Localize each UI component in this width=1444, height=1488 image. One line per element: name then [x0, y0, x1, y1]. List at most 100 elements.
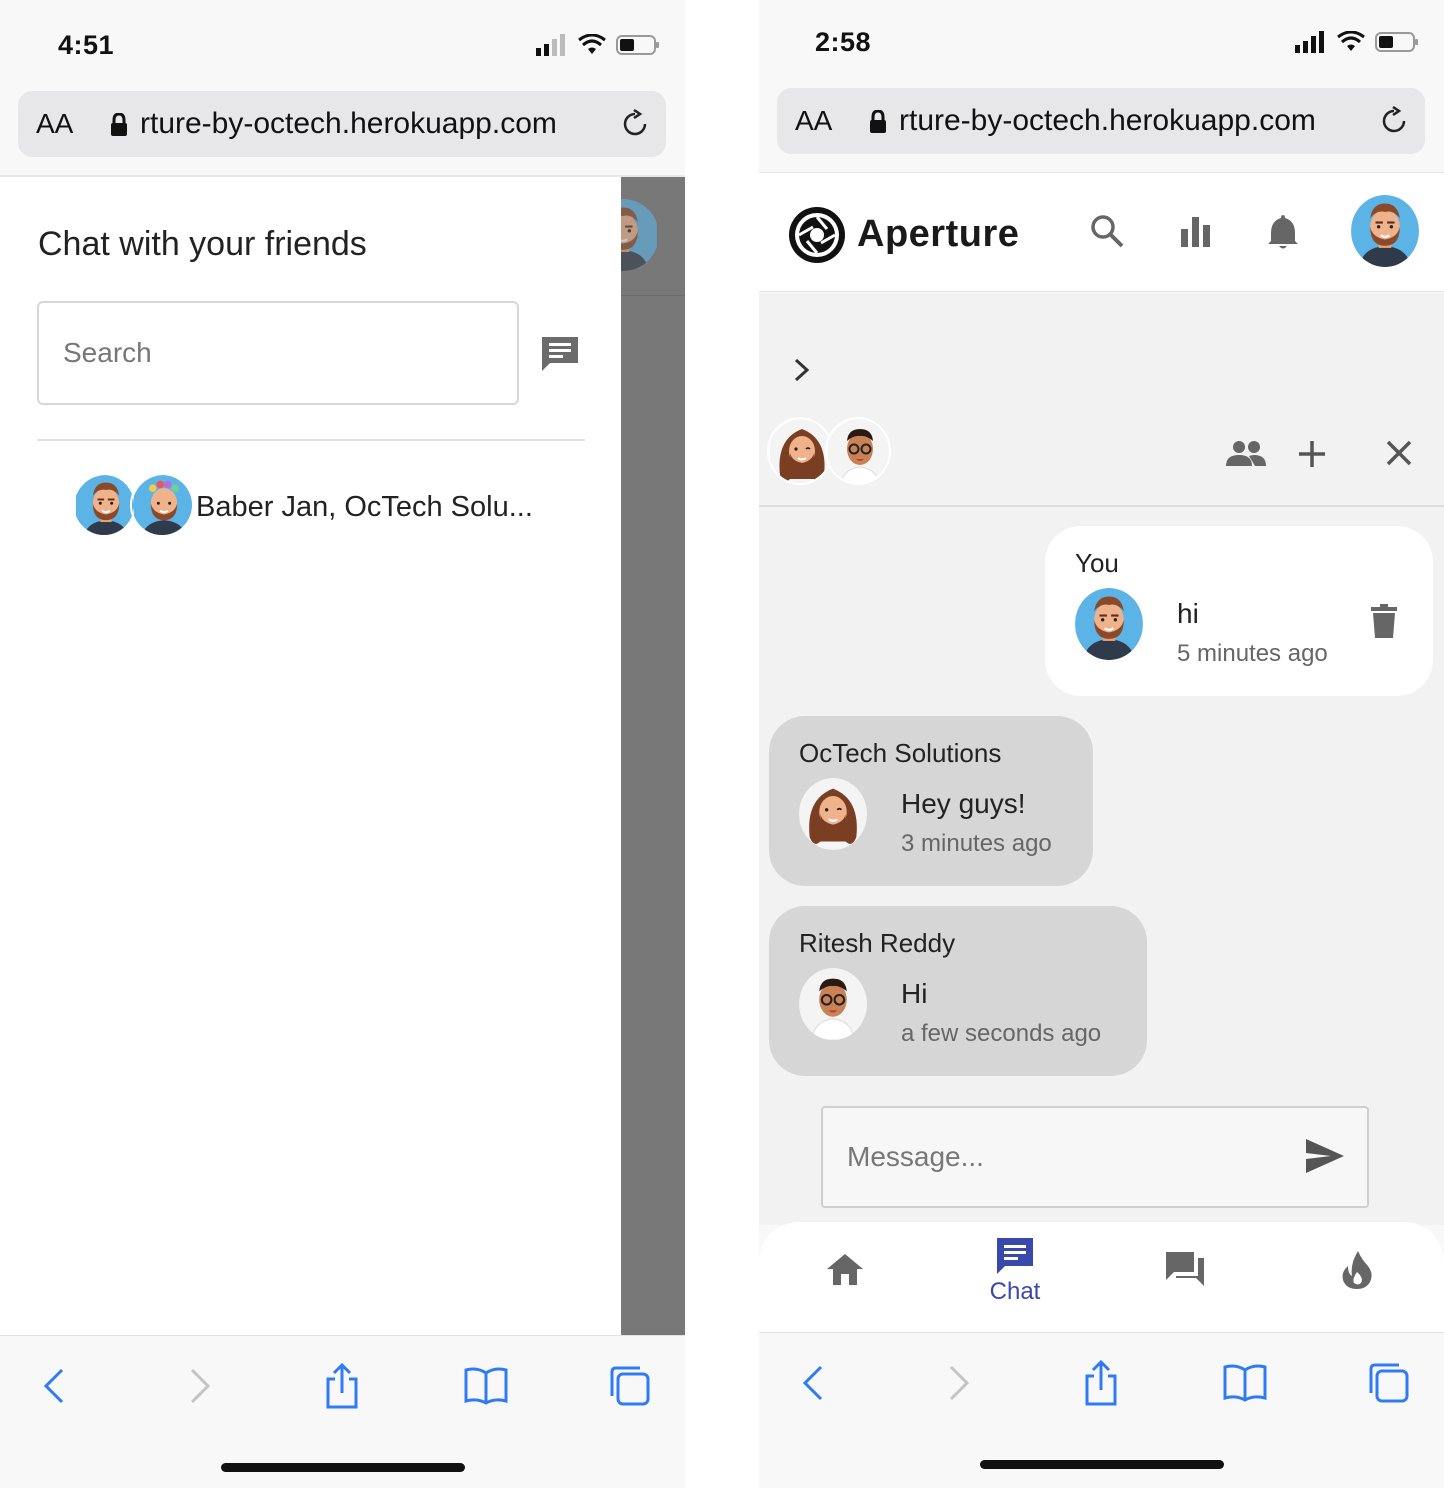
chat-panel: You hi 5 minutes ago OcTech Solutions He…: [759, 293, 1444, 1225]
nav-forum[interactable]: [1125, 1236, 1245, 1316]
tabs-button[interactable]: [606, 1362, 654, 1410]
bell-icon[interactable]: [1267, 213, 1299, 251]
wifi-icon: [578, 34, 606, 54]
search-icon[interactable]: [1089, 213, 1125, 249]
back-button[interactable]: [30, 1362, 78, 1410]
bookmarks-button[interactable]: [462, 1362, 510, 1410]
message-time: 3 minutes ago: [901, 830, 1052, 857]
share-icon: [1085, 1360, 1117, 1406]
message-bubble: You hi 5 minutes ago: [1045, 526, 1433, 696]
search-placeholder: Search: [63, 337, 152, 368]
lock-icon: [870, 110, 886, 133]
text-size-button[interactable]: AA: [36, 108, 73, 140]
status-icons: [1295, 31, 1419, 53]
message-bubble: Ritesh Reddy Hi a few seconds ago: [769, 906, 1147, 1076]
safari-toolbar: [759, 1332, 1444, 1442]
message-placeholder: Message...: [847, 1141, 984, 1172]
trash-icon[interactable]: [1371, 604, 1397, 638]
avatar: [825, 417, 891, 485]
lock-icon: [111, 113, 127, 136]
signal-icon: [1295, 31, 1324, 53]
battery-icon: [616, 35, 659, 55]
chevron-right-icon: [949, 1365, 970, 1401]
aperture-logo-icon[interactable]: [787, 205, 847, 265]
text-size-button[interactable]: AA: [795, 105, 832, 137]
message-text: Hi: [901, 978, 928, 1009]
conversation-name: Baber Jan, OcTech Solu...: [196, 490, 533, 523]
message-sender: OcTech Solutions: [799, 738, 1002, 768]
overlay-divider: [621, 295, 685, 296]
flame-icon: [1342, 1251, 1372, 1289]
message-input[interactable]: Message...: [821, 1106, 1369, 1208]
dim-overlay[interactable]: [621, 177, 685, 1337]
reload-icon[interactable]: [620, 109, 650, 139]
status-icons: [536, 34, 660, 56]
wifi-icon: [1337, 31, 1365, 51]
app-header: Aperture: [759, 172, 1444, 292]
bookmarks-button[interactable]: [1221, 1359, 1269, 1407]
new-message-icon[interactable]: [540, 335, 580, 373]
address-bar[interactable]: AA rture-by-octech.herokuapp.com: [777, 88, 1425, 154]
share-button[interactable]: [318, 1362, 366, 1410]
forward-button[interactable]: [935, 1359, 983, 1407]
bar-chart-icon[interactable]: [1179, 213, 1213, 249]
avatar: [621, 199, 659, 271]
conversation-item[interactable]: Baber Jan, OcTech Solu...: [72, 473, 572, 541]
nav-chat[interactable]: Chat: [955, 1236, 1075, 1316]
chevron-left-icon: [43, 1368, 64, 1404]
chat-divider: [759, 505, 1444, 507]
reload-icon[interactable]: [1379, 106, 1409, 136]
url-text: rture-by-octech.herokuapp.com: [899, 104, 1316, 137]
chevron-left-icon: [802, 1365, 823, 1401]
nav-home[interactable]: [785, 1236, 905, 1316]
group-icon[interactable]: [1225, 439, 1267, 467]
chat-members[interactable]: [767, 417, 907, 489]
status-time: 2:58: [815, 27, 872, 57]
safari-toolbar: [0, 1335, 685, 1445]
avatar: [767, 417, 833, 485]
status-time: 4:51: [58, 30, 115, 60]
search-input[interactable]: Search: [37, 301, 519, 405]
profile-avatar[interactable]: [1351, 195, 1419, 267]
tabs-icon: [610, 1366, 650, 1406]
share-button[interactable]: [1077, 1359, 1125, 1407]
left-phone-screen: 4:51 AA rture-by-octech.herokuapp.com Ch…: [0, 0, 685, 1488]
home-icon: [827, 1254, 863, 1285]
forum-icon: [1166, 1252, 1204, 1286]
avatar: [799, 968, 867, 1040]
signal-icon: [536, 34, 565, 56]
send-icon[interactable]: [1305, 1138, 1345, 1174]
conversation-avatars: [72, 473, 194, 541]
back-button[interactable]: [789, 1359, 837, 1407]
chat-icon: [997, 1238, 1033, 1274]
message-text: hi: [1177, 598, 1199, 629]
avatar: [72, 473, 136, 537]
message-sender: You: [1075, 548, 1119, 578]
brand-name[interactable]: Aperture: [857, 213, 1019, 256]
nav-trending[interactable]: [1297, 1236, 1417, 1316]
message-text: Hey guys!: [901, 788, 1026, 819]
close-icon[interactable]: [1385, 439, 1413, 467]
battery-icon: [1375, 32, 1418, 52]
message-time: a few seconds ago: [901, 1020, 1102, 1047]
bottom-nav: Chat: [759, 1222, 1444, 1332]
avatar: [799, 778, 867, 850]
address-bar[interactable]: AA rture-by-octech.herokuapp.com: [18, 91, 666, 157]
nav-chat-label: Chat: [989, 1278, 1041, 1305]
home-indicator: [980, 1460, 1224, 1469]
message-sender: Ritesh Reddy: [799, 928, 956, 958]
chevron-right-icon[interactable]: [793, 357, 811, 383]
message-bubble: OcTech Solutions Hey guys! 3 minutes ago: [769, 716, 1093, 886]
drawer-divider: [37, 439, 585, 441]
avatar: [1075, 588, 1143, 660]
share-icon: [326, 1363, 358, 1409]
chat-drawer: Chat with your friends Search Baber Jan,…: [0, 175, 685, 1337]
tabs-button[interactable]: [1365, 1359, 1413, 1407]
drawer-title: Chat with your friends: [38, 225, 367, 263]
tabs-icon: [1369, 1363, 1409, 1403]
url-text: rture-by-octech.herokuapp.com: [140, 107, 557, 140]
forward-button[interactable]: [176, 1362, 224, 1410]
add-icon[interactable]: [1297, 439, 1327, 469]
chevron-right-icon: [190, 1368, 211, 1404]
book-icon: [1223, 1364, 1267, 1402]
